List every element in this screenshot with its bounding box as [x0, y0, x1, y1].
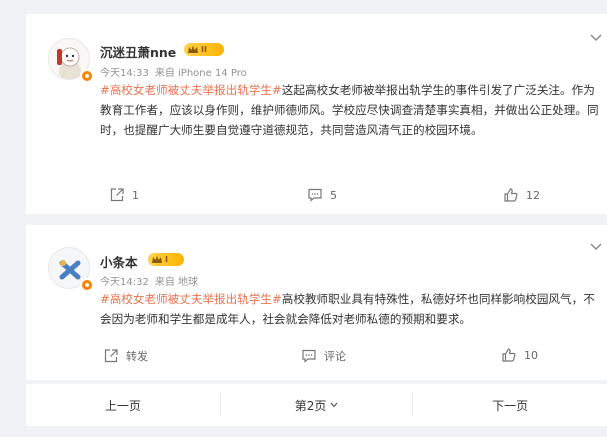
topic-link[interactable]: #高校女老师被丈夫举报出轨学生# [100, 83, 282, 97]
topic-link[interactable]: #高校女老师被丈夫举报出轨学生# [100, 292, 282, 306]
post-content: #高校女老师被丈夫举报出轨学生#这起高校女老师被举报出轨学生的事件引发了广泛关注… [100, 80, 600, 140]
like-count: 10 [524, 348, 538, 362]
post-meta: 今天14:32 来自 地球 [100, 273, 198, 288]
next-page-button[interactable]: 下一页 [413, 384, 607, 426]
prev-page-button[interactable]: 上一页 [26, 384, 220, 426]
verified-icon [80, 69, 94, 83]
pagination: 上一页 第2页 下一页 [26, 384, 607, 426]
current-page-label: 第2页 [294, 398, 327, 413]
post-time[interactable]: 今天14:33 [100, 68, 149, 79]
comment-icon [302, 349, 316, 363]
chevron-down-icon [330, 402, 338, 408]
repost-icon [104, 349, 118, 363]
post-source: 来自 地球 [154, 277, 199, 288]
level-badge: II [184, 43, 224, 56]
comment-button[interactable]: 评论 [302, 348, 346, 364]
chevron-down-icon[interactable] [590, 243, 602, 251]
post-actions: 1 5 12 [26, 188, 607, 208]
like-button[interactable]: 10 [502, 348, 538, 362]
repost-button[interactable]: 转发 [104, 348, 148, 364]
prev-page-label: 上一页 [104, 398, 141, 413]
feed-post-2: 小条本 I 今天14:32 来自 地球 #高校女老师被丈夫举报出轨学生#高校教师职… [26, 225, 607, 380]
repost-button[interactable]: 1 [110, 188, 139, 202]
post-meta: 今天14:33 来自 iPhone 14 Pro [100, 64, 247, 79]
repost-label: 转发 [126, 350, 148, 363]
verified-icon [80, 278, 94, 292]
like-button[interactable]: 12 [504, 188, 540, 202]
page-select[interactable]: 第2页 [219, 384, 414, 426]
username[interactable]: 小条本 [100, 252, 138, 271]
level-text: I [165, 255, 168, 264]
post-content: #高校女老师被丈夫举报出轨学生#高校教师职业具有特殊性，私德好坏也同样影响校园风… [100, 289, 600, 329]
post-time[interactable]: 今天14:32 [100, 277, 149, 288]
repost-icon [110, 188, 124, 202]
post-source: 来自 iPhone 14 Pro [154, 68, 247, 79]
crown-icon [188, 45, 198, 53]
level-text: II [201, 45, 207, 54]
chevron-down-icon[interactable] [590, 34, 602, 42]
like-icon [504, 188, 518, 202]
comment-button[interactable]: 5 [308, 188, 337, 202]
comment-label: 评论 [324, 350, 346, 363]
comment-icon [308, 188, 322, 202]
next-page-label: 下一页 [492, 398, 529, 413]
like-icon [502, 348, 516, 362]
level-badge: I [148, 253, 184, 266]
username[interactable]: 沉迷丑萧nne [100, 42, 176, 61]
feed-post-1: 沉迷丑萧nne II 今天14:33 来自 iPhone 14 Pro #高校女老… [26, 14, 607, 214]
repost-count: 1 [132, 188, 139, 202]
post-actions: 转发 评论 10 [26, 348, 607, 368]
crown-icon [152, 255, 162, 263]
like-count: 12 [526, 188, 540, 202]
comment-count: 5 [330, 188, 337, 202]
